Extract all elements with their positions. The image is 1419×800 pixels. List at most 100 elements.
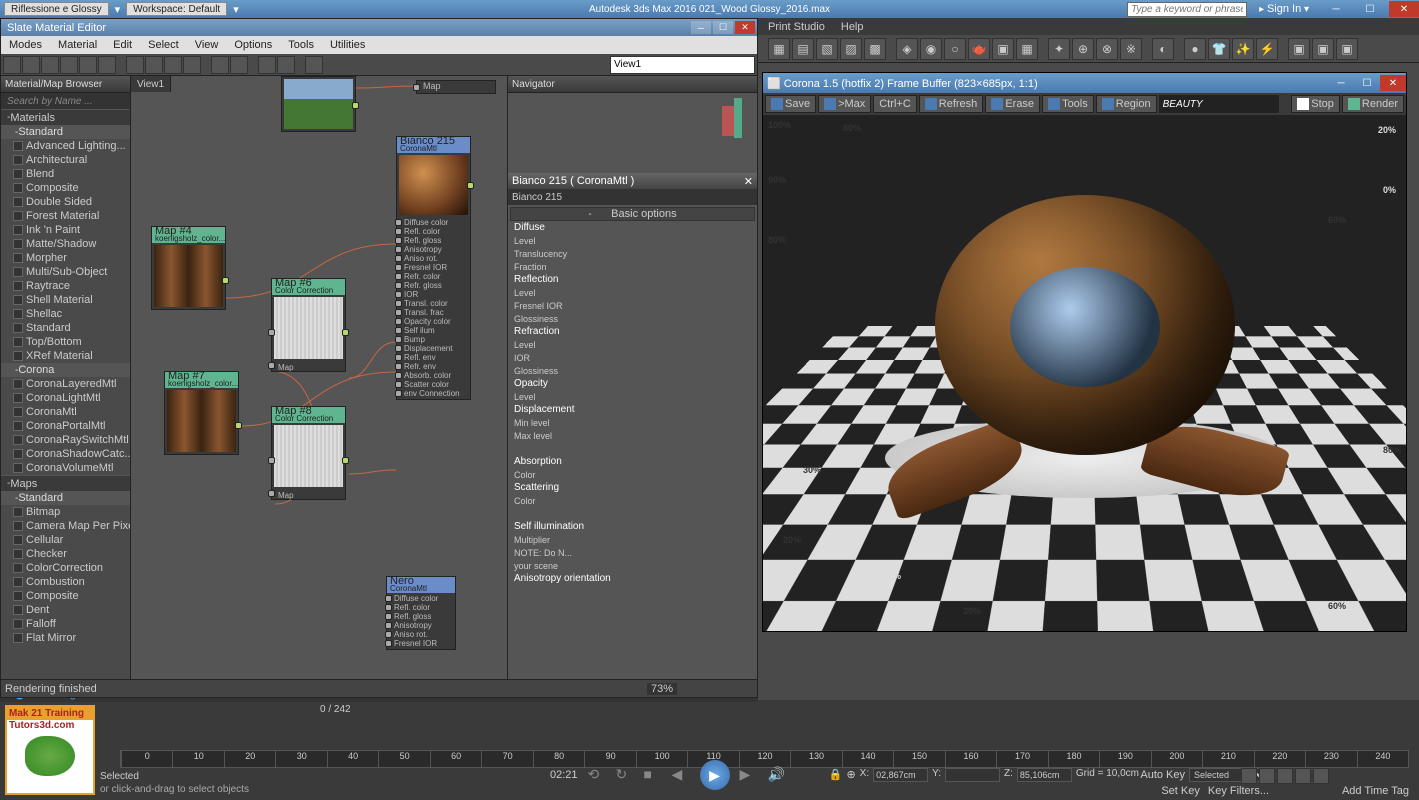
slate-menu-options[interactable]: Options: [226, 39, 280, 51]
fb-tools-button[interactable]: Tools: [1042, 95, 1094, 113]
toolbar-btn[interactable]: ✦: [1048, 38, 1070, 60]
fb-erase-button[interactable]: Erase: [985, 95, 1040, 113]
slate-menu-modes[interactable]: Modes: [1, 39, 50, 51]
slate-menu-material[interactable]: Material: [50, 39, 105, 51]
slate-view-combo[interactable]: View1: [610, 56, 755, 74]
toolbar-btn[interactable]: ※: [1120, 38, 1142, 60]
tree-item[interactable]: Advanced Lighting...: [1, 139, 130, 153]
toolbar-btn[interactable]: ✨: [1232, 38, 1254, 60]
toolbar-btn[interactable]: ◈: [896, 38, 918, 60]
minimize-button[interactable]: ─: [1321, 1, 1351, 17]
tree-item[interactable]: Checker: [1, 547, 130, 561]
slate-tool-icon[interactable]: [230, 56, 248, 74]
tree-item[interactable]: Matte/Shadow: [1, 237, 130, 251]
tree-item[interactable]: Falloff: [1, 617, 130, 631]
group-standard[interactable]: - Standard: [1, 125, 130, 139]
toolbar-btn[interactable]: ▣: [992, 38, 1014, 60]
workspace-combo[interactable]: Workspace: Default: [126, 2, 227, 16]
keyfilters-button[interactable]: Key Filters...: [1208, 785, 1269, 797]
play-button[interactable]: ▶: [700, 760, 730, 790]
tree-item[interactable]: Multi/Sub-Object: [1, 265, 130, 279]
node-map-stub[interactable]: Map: [416, 80, 496, 94]
slate-menu-utilities[interactable]: Utilities: [322, 39, 373, 51]
slate-tool-icon[interactable]: [79, 56, 97, 74]
fb-titlebar[interactable]: ⬜ Corona 1.5 (hotfix 2) Frame Buffer (82…: [763, 73, 1406, 93]
prev-icon[interactable]: ◀: [672, 766, 690, 784]
rewind-icon[interactable]: ⟲: [588, 766, 606, 784]
toolbar-btn[interactable]: ⚡: [1256, 38, 1278, 60]
help-search-input[interactable]: [1127, 2, 1247, 17]
fb-region-button[interactable]: Region: [1096, 95, 1157, 113]
tree-item[interactable]: Standard: [1, 321, 130, 335]
slate-tool-icon[interactable]: [126, 56, 144, 74]
coord-x-input[interactable]: [873, 768, 928, 782]
section-maps[interactable]: - Maps: [1, 475, 130, 491]
toolbar-btn[interactable]: ⊕: [1072, 38, 1094, 60]
volume-icon[interactable]: 🔊: [768, 766, 786, 784]
tree-item[interactable]: Camera Map Per Pixel: [1, 519, 130, 533]
slate-menu-view[interactable]: View: [187, 39, 227, 51]
tree-item[interactable]: Composite: [1, 589, 130, 603]
fb-save-button[interactable]: Save: [765, 95, 816, 113]
slate-tool-icon[interactable]: [183, 56, 201, 74]
menu-help[interactable]: Help: [833, 21, 872, 33]
node-bianco-material[interactable]: Bianco 215CoronaMtl Diffuse colorRefl. c…: [396, 136, 471, 400]
prev-frame-icon[interactable]: [1259, 768, 1275, 784]
tree-item[interactable]: CoronaShadowCatc...: [1, 447, 130, 461]
slate-tool-icon[interactable]: [41, 56, 59, 74]
add-time-tag[interactable]: Add Time Tag: [1342, 785, 1409, 797]
tree-item[interactable]: Double Sided: [1, 195, 130, 209]
slate-menu-edit[interactable]: Edit: [105, 39, 140, 51]
fb-ctrlc-button[interactable]: Ctrl+C: [873, 95, 916, 113]
node-env-map[interactable]: [281, 76, 356, 132]
tree-item[interactable]: Cellular: [1, 533, 130, 547]
node-map8[interactable]: Map #8Color Correction Map: [271, 406, 346, 500]
parameter-rollouts[interactable]: - Basic options DiffuseLevelTranslucency…: [508, 205, 757, 679]
signin-button[interactable]: ▸ Sign In ▾: [1251, 3, 1317, 15]
toolbar-btn[interactable]: ▣: [1288, 38, 1310, 60]
close-button[interactable]: ✕: [1389, 1, 1419, 17]
tree-item[interactable]: CoronaMtl: [1, 405, 130, 419]
tree-item[interactable]: Composite: [1, 181, 130, 195]
tree-item[interactable]: Architectural: [1, 153, 130, 167]
fb-render-button[interactable]: Render: [1342, 95, 1404, 113]
tree-item[interactable]: Dent: [1, 603, 130, 617]
section-materials[interactable]: - Materials: [1, 109, 130, 125]
slate-titlebar[interactable]: Slate Material Editor ─ ☐ ✕: [1, 19, 757, 36]
stop-icon[interactable]: ■: [644, 766, 662, 784]
tree-item[interactable]: Shell Material: [1, 293, 130, 307]
play-anim-icon[interactable]: [1277, 768, 1293, 784]
tree-item[interactable]: Morpher: [1, 251, 130, 265]
slate-tool-icon[interactable]: [3, 56, 21, 74]
tree-item[interactable]: CoronaLayeredMtl: [1, 377, 130, 391]
coord-y-input[interactable]: [945, 768, 1000, 782]
toolbar-btn[interactable]: ▣: [1336, 38, 1358, 60]
fb-stop-button[interactable]: Stop: [1291, 95, 1340, 113]
toolbar-btn[interactable]: 👕: [1208, 38, 1230, 60]
node-map6[interactable]: Map #6Color Correction Map: [271, 278, 346, 372]
toolbar-btn[interactable]: ▩: [864, 38, 886, 60]
goto-end-icon[interactable]: [1313, 768, 1329, 784]
slate-tool-icon[interactable]: [98, 56, 116, 74]
fb-max-button[interactable]: >Max: [818, 95, 871, 113]
next-icon[interactable]: ▶: [740, 766, 758, 784]
fb-minimize-button[interactable]: ─: [1328, 75, 1354, 91]
browser-search-input[interactable]: Search by Name ...: [1, 93, 130, 109]
slate-menu-tools[interactable]: Tools: [280, 39, 322, 51]
maximize-button[interactable]: ☐: [1355, 1, 1385, 17]
group-maps-standard[interactable]: - Standard: [1, 491, 130, 505]
toolbar-btn[interactable]: ▦: [1016, 38, 1038, 60]
toolbar-btn[interactable]: ▤: [792, 38, 814, 60]
navigator-view[interactable]: [508, 93, 757, 173]
toolbar-btn[interactable]: ▧: [816, 38, 838, 60]
tree-item[interactable]: Ink 'n Paint: [1, 223, 130, 237]
next-frame-icon[interactable]: [1295, 768, 1311, 784]
rollout-basic-options[interactable]: - Basic options: [510, 207, 755, 221]
tree-item[interactable]: Forest Material: [1, 209, 130, 223]
tree-item[interactable]: Top/Bottom: [1, 335, 130, 349]
slate-tool-icon[interactable]: [305, 56, 323, 74]
toolbar-teapot-icon[interactable]: 🫖: [968, 38, 990, 60]
slate-tool-icon[interactable]: [145, 56, 163, 74]
fb-close-button[interactable]: ✕: [1380, 75, 1406, 91]
tree-item[interactable]: ColorCorrection: [1, 561, 130, 575]
